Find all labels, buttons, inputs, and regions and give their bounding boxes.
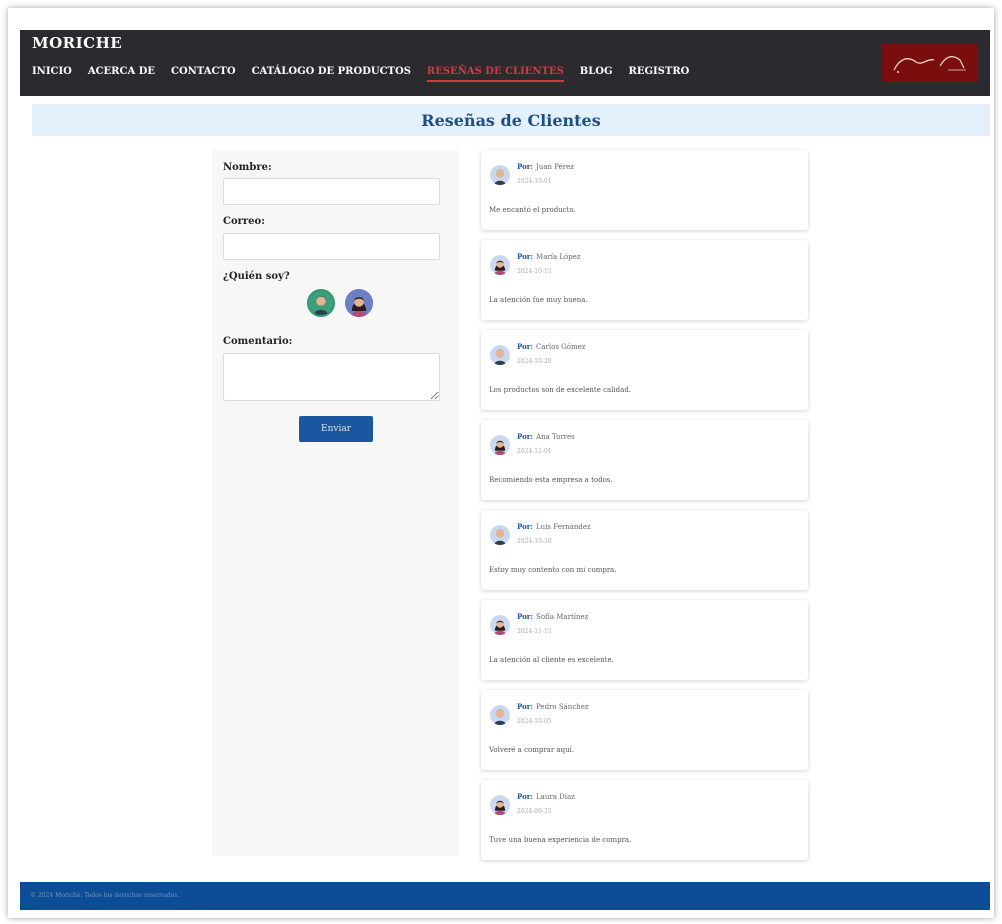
review-date: 2024-10-01 [517,178,552,185]
footer-copyright: © 2024 Moriche. Todos los derechos reser… [30,892,180,899]
who-am-i-label: ¿Quién soy? [223,271,290,282]
nav-link-contacto[interactable]: CONTACTO [171,66,236,82]
email-input[interactable] [223,233,440,260]
review-author-name: Sofía Martínez [536,613,589,621]
review-author: Por: Carlos Gómez [517,342,585,351]
review-author-name: Laura Díaz [536,793,575,801]
review-author-name: Luis Fernández [536,523,591,531]
review-author-name: Ana Torres [536,433,575,441]
nav-link-inicio[interactable]: INICIO [32,66,72,82]
review-card: Por: Luis Fernández 2024-10-30 Estoy muy … [481,510,808,590]
review-text: Volveré a comprar aquí. [489,746,575,754]
email-label: Correo: [223,216,265,227]
review-date: 2024-09-25 [517,808,552,815]
review-author: Por: Laura Díaz [517,792,575,801]
nav-links: INICIO ACERCA DE CONTACTO CATÁLOGO DE PR… [32,66,689,82]
review-text: Estoy muy contento con mi compra. [489,566,617,574]
name-input[interactable] [223,178,440,205]
review-author: Por: Juan Pérez [517,162,574,171]
review-by-label: Por: [517,612,534,621]
name-label: Nombre: [223,162,272,173]
review-author-name: Pedro Sánchez [536,703,589,711]
man-avatar-icon [490,345,510,365]
title-bar: Reseñas de Clientes [32,104,990,136]
review-text: Los productos son de excelente calidad. [489,386,632,394]
review-author: Por: Pedro Sánchez [517,702,589,711]
submit-button[interactable]: Enviar [299,416,373,442]
review-author-name: Juan Pérez [536,163,574,171]
review-form: Nombre: Correo: ¿Quién soy? Comentario: … [212,150,459,856]
review-text: Me encantó el producto. [489,206,576,214]
review-by-label: Por: [517,702,534,711]
review-card: Por: Laura Díaz 2024-09-25 Tuve una buena… [481,780,808,860]
review-by-label: Por: [517,162,534,171]
woman-avatar-icon [490,615,510,635]
review-author: Por: Ana Torres [517,432,575,441]
review-date: 2024-11-01 [517,448,552,455]
review-by-label: Por: [517,522,534,531]
review-date: 2024-10-30 [517,538,552,545]
review-text: Tuve una buena experiencia de compra. [489,836,632,844]
man-avatar-icon [490,165,510,185]
page-frame: MORICHE INICIO ACERCA DE CONTACTO CATÁLO… [8,8,994,918]
woman-avatar-icon [490,255,510,275]
review-card: Por: Sofía Martínez 2024-11-15 La atenció… [481,600,808,680]
review-author: Por: Luis Fernández [517,522,591,531]
review-card: Por: Ana Torres 2024-11-01 Recomiendo est… [481,420,808,500]
comment-label: Comentario: [223,336,293,347]
review-card: Por: María López 2024-10-15 La atención f… [481,240,808,320]
review-author: Por: Sofía Martínez [517,612,588,621]
man-avatar-icon [490,525,510,545]
footer: © 2024 Moriche. Todos los derechos reser… [20,882,990,910]
moriche-logo-icon[interactable] [882,44,978,82]
review-by-label: Por: [517,342,534,351]
comment-textarea[interactable] [223,353,440,401]
page-title: Reseñas de Clientes [421,110,601,130]
review-card: Por: Pedro Sánchez 2024-10-05 Volveré a c… [481,690,808,770]
review-author-name: María López [536,253,581,261]
woman-avatar-icon [490,435,510,455]
review-author: Por: María López [517,252,581,261]
review-date: 2024-10-20 [517,358,552,365]
man-avatar-icon [490,705,510,725]
review-author-name: Carlos Gómez [536,343,586,351]
review-by-label: Por: [517,432,534,441]
review-text: Recomiendo esta empresa a todos. [489,476,613,484]
review-text: La atención fue muy buena. [489,296,588,304]
nav-link-resenas[interactable]: RESEÑAS DE CLIENTES [426,66,564,82]
nav-link-catalogo[interactable]: CATÁLOGO DE PRODUCTOS [252,66,411,82]
navbar: MORICHE INICIO ACERCA DE CONTACTO CATÁLO… [20,30,990,96]
review-text: La atención al cliente es excelente. [489,656,614,664]
review-by-label: Por: [517,792,534,801]
nav-link-blog[interactable]: BLOG [580,66,613,82]
review-date: 2024-11-15 [517,628,552,635]
man-avatar-icon[interactable] [307,289,335,317]
review-by-label: Por: [517,252,534,261]
nav-link-registro[interactable]: REGISTRO [629,66,690,82]
review-date: 2024-10-05 [517,718,552,725]
brand-name: MORICHE [32,34,123,52]
review-date: 2024-10-15 [517,268,552,275]
woman-avatar-icon[interactable] [345,289,373,317]
review-card: Por: Carlos Gómez 2024-10-20 Los producto… [481,330,808,410]
woman-avatar-icon [490,795,510,815]
review-card: Por: Juan Pérez 2024-10-01 Me encantó el … [481,150,808,230]
nav-link-acerca-de[interactable]: ACERCA DE [88,66,155,82]
